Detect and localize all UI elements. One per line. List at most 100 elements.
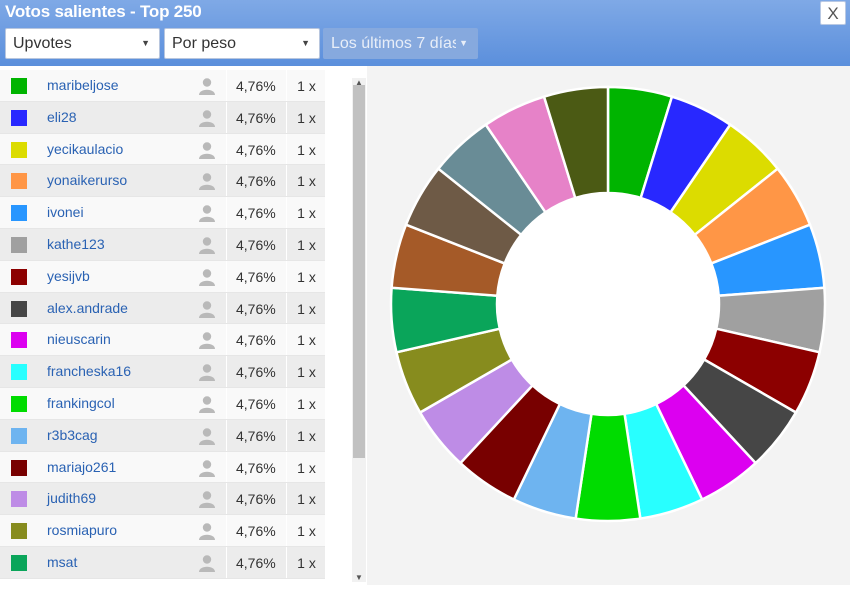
vote-count: 1 x — [286, 451, 325, 483]
vote-count: 1 x — [286, 292, 325, 324]
percentage: 4,76% — [226, 451, 286, 483]
percentage: 4,76% — [226, 483, 286, 515]
color-swatch — [11, 523, 27, 540]
list-item: kathe123 4,76% 1 x — [0, 228, 325, 261]
username-link[interactable]: frankingcol — [47, 395, 115, 411]
username-link[interactable]: alex.andrade — [47, 300, 128, 316]
color-swatch — [11, 109, 27, 126]
close-button[interactable]: X — [820, 1, 846, 25]
vote-count: 1 x — [286, 260, 325, 292]
username-link[interactable]: maribeljose — [47, 77, 119, 93]
percentage: 4,76% — [226, 101, 286, 133]
username-link[interactable]: kathe123 — [47, 236, 105, 252]
username-link[interactable]: yesijvb — [47, 268, 90, 284]
percentage: 4,76% — [226, 228, 286, 260]
vote-count: 1 x — [286, 324, 325, 356]
color-swatch — [11, 78, 27, 94]
list-scrollbar[interactable]: ▲ ▼ — [352, 78, 366, 582]
user-icon[interactable] — [198, 236, 216, 254]
percentage: 4,76% — [226, 324, 286, 356]
vote-count: 1 x — [286, 70, 325, 101]
chevron-down-icon: ▼ — [141, 38, 150, 48]
list-item: maribeljose 4,76% 1 x — [0, 70, 325, 102]
vote-count: 1 x — [286, 101, 325, 133]
username-link[interactable]: rosmiapuro — [47, 522, 117, 538]
vote-count: 1 x — [286, 546, 325, 578]
vote-count: 1 x — [286, 387, 325, 419]
dialog-title: Votos salientes - Top 250 — [5, 2, 202, 21]
chevron-down-icon: ▼ — [456, 29, 468, 58]
vote-count: 1 x — [286, 133, 325, 165]
list-item: msat 4,76% 1 x — [0, 546, 325, 579]
color-swatch — [11, 236, 27, 253]
list-item: yesijvb 4,76% 1 x — [0, 260, 325, 293]
list-item: yecikaulacio 4,76% 1 x — [0, 133, 325, 166]
color-swatch — [11, 395, 27, 412]
percentage: 4,76% — [226, 133, 286, 165]
username-link[interactable]: mariajo261 — [47, 459, 116, 475]
period-select[interactable]: Los últimos 7 días ▼ — [323, 28, 478, 59]
list-item: mariajo261 4,76% 1 x — [0, 451, 325, 484]
username-link[interactable]: ivonei — [47, 204, 84, 220]
list-item: alex.andrade 4,76% 1 x — [0, 292, 325, 325]
user-icon[interactable] — [198, 427, 216, 445]
username-link[interactable]: r3b3cag — [47, 427, 98, 443]
user-icon[interactable] — [198, 490, 216, 509]
percentage: 4,76% — [226, 387, 286, 419]
user-icon[interactable] — [198, 459, 216, 477]
percentage: 4,76% — [226, 70, 286, 101]
user-icon[interactable] — [198, 204, 216, 223]
username-link[interactable]: msat — [47, 554, 77, 570]
vote-count: 1 x — [286, 165, 325, 197]
period-value: Los últimos 7 días — [331, 35, 460, 52]
username-link[interactable]: eli28 — [47, 109, 77, 125]
username-link[interactable]: nieuscarin — [47, 331, 111, 347]
percentage: 4,76% — [226, 419, 286, 451]
vote-count: 1 x — [286, 515, 325, 546]
list-item: eli28 4,76% 1 x — [0, 101, 325, 134]
color-swatch — [11, 205, 27, 222]
user-icon[interactable] — [198, 300, 216, 318]
vote-count: 1 x — [286, 356, 325, 387]
user-icon[interactable] — [198, 109, 216, 127]
percentage: 4,76% — [226, 292, 286, 324]
user-icon[interactable] — [198, 172, 216, 191]
weight-value: Por peso — [172, 35, 237, 52]
username-link[interactable]: francheska16 — [47, 363, 131, 379]
user-icon[interactable] — [198, 77, 216, 95]
user-icon[interactable] — [198, 141, 216, 159]
chart-panel — [367, 66, 850, 585]
color-swatch — [11, 141, 27, 158]
list-item: francheska16 4,76% 1 x — [0, 356, 325, 388]
vote-type-value: Upvotes — [13, 35, 72, 52]
username-link[interactable]: yecikaulacio — [47, 141, 123, 157]
user-icon[interactable] — [198, 554, 216, 572]
percentage: 4,76% — [226, 197, 286, 228]
vote-count: 1 x — [286, 419, 325, 451]
user-icon[interactable] — [198, 395, 216, 413]
color-swatch — [11, 300, 27, 317]
vote-type-select[interactable]: Upvotes ▼ — [5, 28, 160, 59]
list-item: yonaikerurso 4,76% 1 x — [0, 165, 325, 198]
percentage: 4,76% — [226, 165, 286, 197]
percentage: 4,76% — [226, 260, 286, 292]
user-icon[interactable] — [198, 363, 216, 382]
user-icon[interactable] — [198, 331, 216, 350]
color-swatch — [11, 332, 27, 349]
user-icon[interactable] — [198, 522, 216, 541]
list-item: frankingcol 4,76% 1 x — [0, 387, 325, 420]
user-icon[interactable] — [198, 268, 216, 286]
donut-hole — [497, 193, 719, 415]
username-link[interactable]: judith69 — [47, 490, 96, 506]
scroll-down-icon[interactable]: ▼ — [355, 573, 363, 582]
vote-count: 1 x — [286, 228, 325, 260]
scroll-thumb[interactable] — [353, 85, 365, 458]
color-swatch — [11, 268, 27, 285]
list-item: nieuscarin 4,76% 1 x — [0, 324, 325, 357]
color-swatch — [11, 364, 27, 381]
username-link[interactable]: yonaikerurso — [47, 172, 127, 188]
weight-select[interactable]: Por peso ▼ — [164, 28, 320, 59]
percentage: 4,76% — [226, 546, 286, 578]
percentage: 4,76% — [226, 515, 286, 546]
color-swatch — [11, 459, 27, 476]
